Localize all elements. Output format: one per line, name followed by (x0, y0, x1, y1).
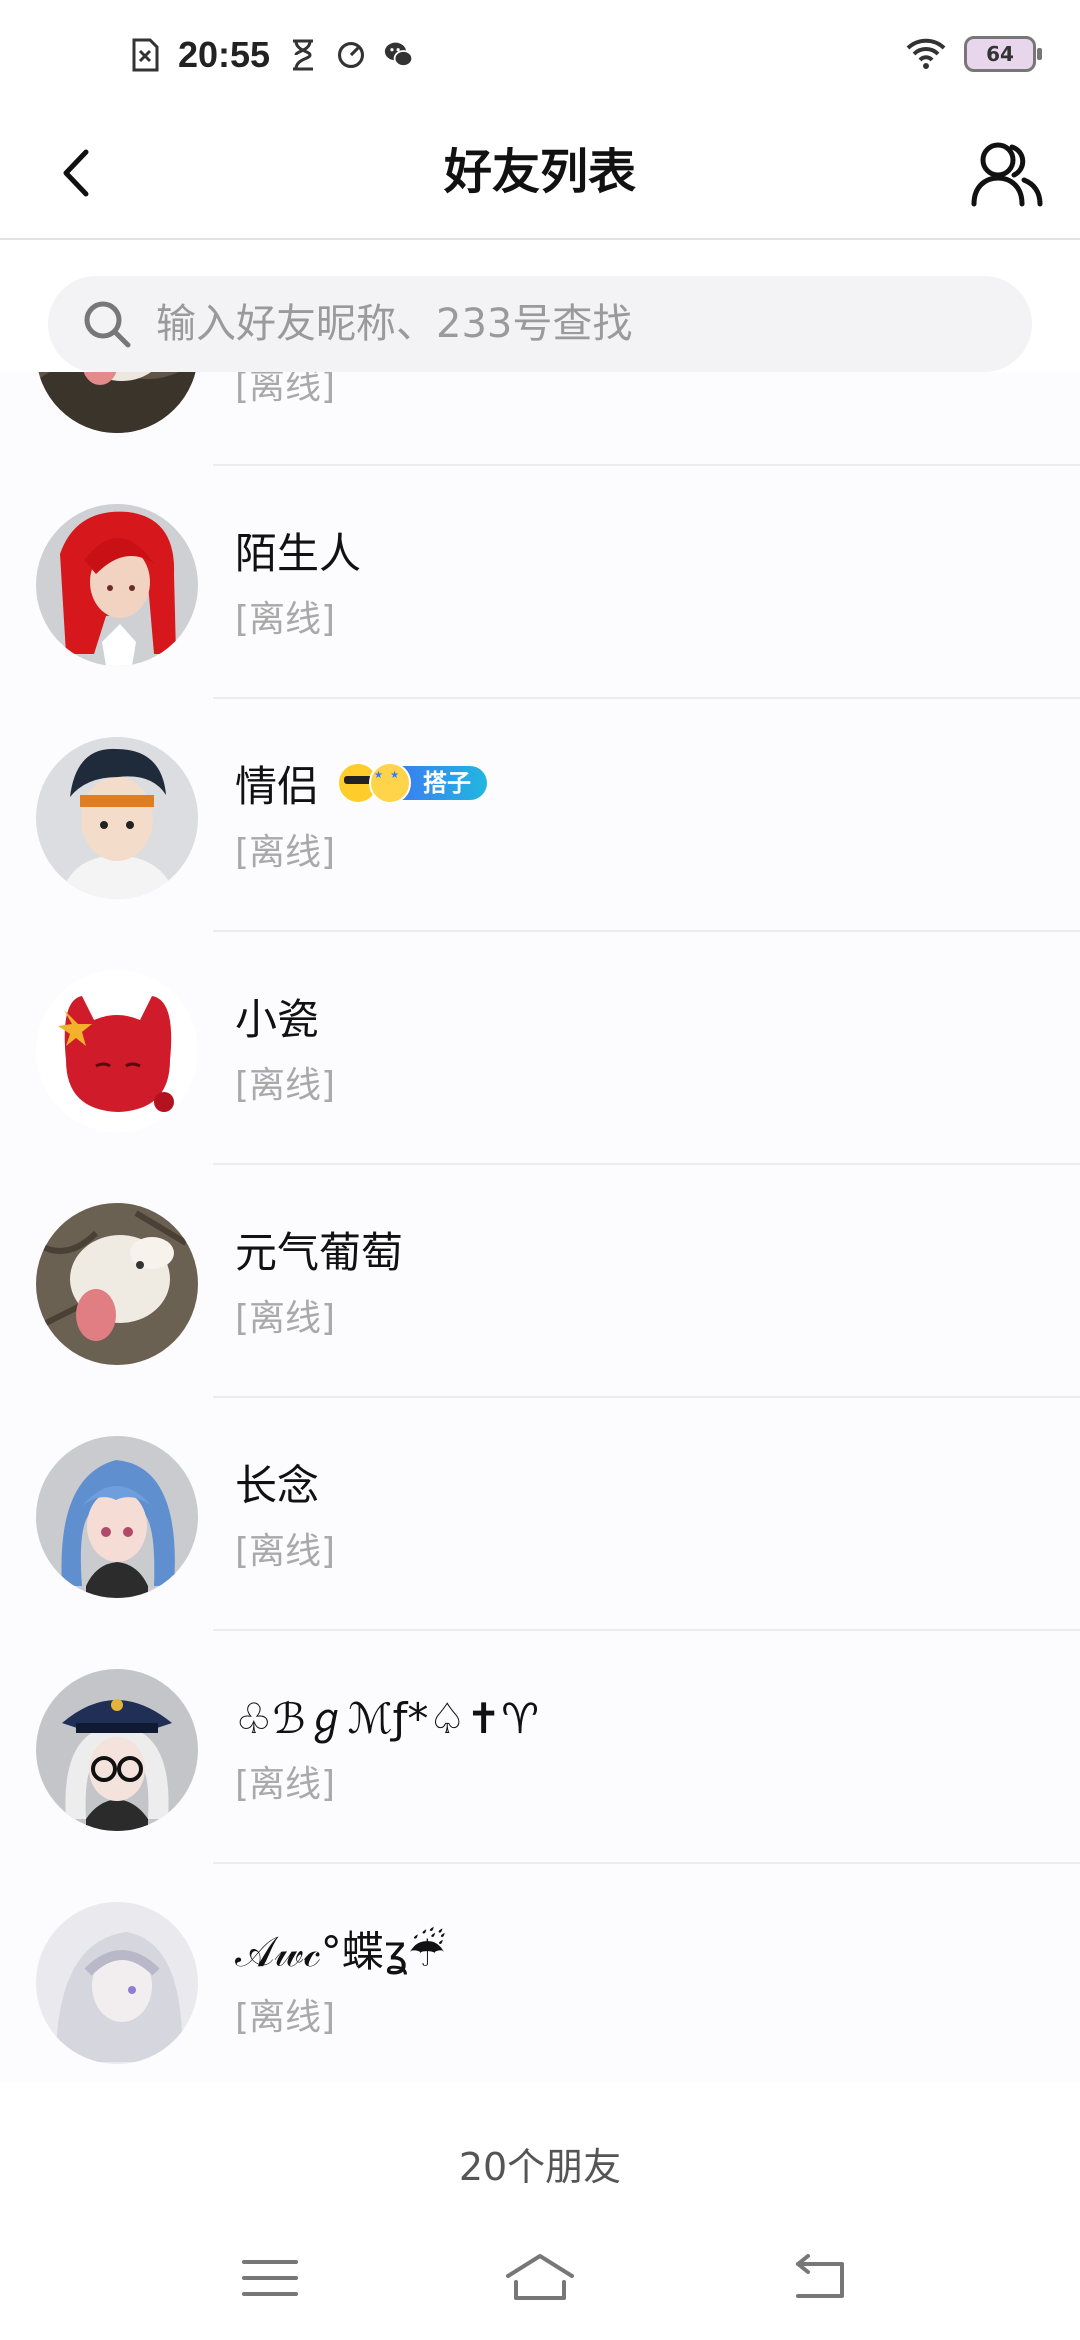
page-title: 好友列表 (443, 144, 636, 200)
friend-status: [离线] (235, 1531, 336, 1572)
status-bar: 20:55 64 (0, 0, 1080, 110)
people-icon[interactable] (966, 132, 1050, 216)
search-bar[interactable] (48, 276, 1032, 372)
list-item[interactable]: 𝒜𝓌𝒸°蝶ʓ☔ [离线] (0, 1864, 1080, 2082)
relationship-badge: 搭子 (337, 762, 488, 804)
friend-name: 元气葡萄 (235, 1227, 404, 1277)
friend-status: [离线] (235, 1997, 336, 2038)
friend-name: 𝒜𝓌𝒸°蝶ʓ☔ (235, 1926, 446, 1976)
sim-off-icon (132, 38, 159, 72)
badge-label: 搭子 (401, 766, 488, 800)
list-item[interactable]: ♧ℬℊℳƒ*♤✝♈ [离线] (0, 1631, 1080, 1864)
friend-status: [离线] (235, 372, 336, 407)
list-item[interactable]: 情侣 搭子 [离线] (0, 699, 1080, 932)
friend-status: [离线] (235, 1298, 336, 1339)
hourglass-icon (293, 39, 314, 71)
friend-status: [离线] (235, 1065, 336, 1106)
friend-name: ♧ℬℊℳƒ*♤✝♈ (235, 1693, 539, 1743)
wifi-icon (906, 38, 946, 69)
list-item[interactable]: 陌生人 [离线] (0, 466, 1080, 699)
wechat-icon (384, 42, 414, 67)
friend-name: 小瓷 (235, 994, 320, 1044)
avatar (36, 1669, 198, 1831)
friend-name: 情侣 (235, 761, 320, 811)
list-item[interactable]: 小瓷 [离线] (0, 932, 1080, 1165)
avatar (36, 1902, 198, 2064)
avatar (36, 737, 198, 899)
avatar (36, 1436, 198, 1598)
avatar (36, 372, 198, 433)
avatar (36, 1203, 198, 1365)
friend-name: 长念 (235, 1460, 320, 1510)
app-header: 好友列表 (0, 110, 1080, 240)
star-eyes-emoji-icon (369, 762, 412, 804)
home-icon[interactable] (500, 2248, 580, 2308)
data-saver-icon (338, 41, 365, 69)
friend-count: 20个朋友 (458, 2145, 622, 2189)
friend-status: [离线] (235, 832, 336, 873)
friend-list[interactable]: [离线] 陌生人 [离线] 情侣 ★ ★ 搭子 [离线] 小瓷 [离线] 元气葡… (0, 372, 1080, 2082)
friend-name: 陌生人 (235, 528, 362, 578)
list-item[interactable]: 长念 [离线] (0, 1398, 1080, 1631)
system-nav-bar (0, 2200, 1080, 2340)
friend-status: [离线] (235, 1764, 336, 1805)
avatar (36, 504, 198, 666)
search-input[interactable] (154, 300, 978, 348)
friend-status: [离线] (235, 599, 336, 640)
battery-icon: 64 (964, 36, 1042, 72)
menu-icon[interactable] (230, 2248, 310, 2308)
back-icon[interactable] (780, 2248, 860, 2308)
battery-level: 64 (986, 42, 1014, 66)
search-icon (84, 301, 131, 348)
list-item[interactable]: 元气葡萄 [离线] (0, 1165, 1080, 1398)
list-item[interactable]: [离线] (0, 372, 1080, 466)
avatar (36, 970, 198, 1132)
clock: 20:55 (178, 34, 271, 75)
